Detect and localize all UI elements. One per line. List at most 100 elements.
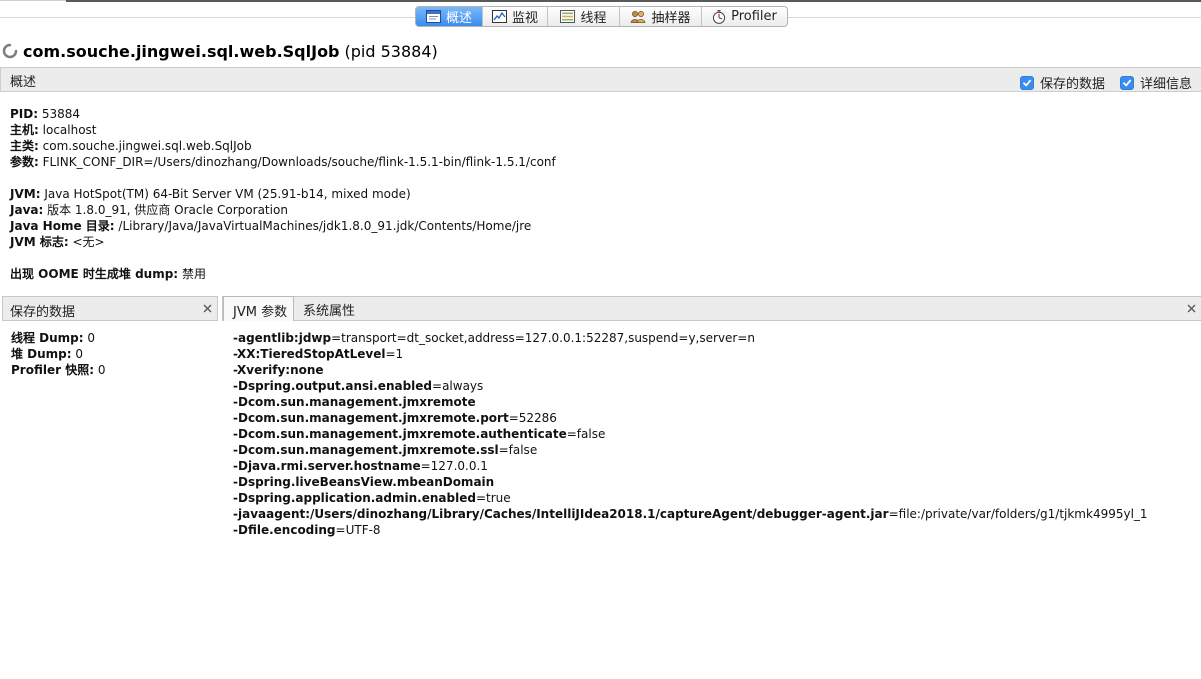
jvm-argument: -javaagent:/Users/dinozhang/Library/Cach… bbox=[233, 506, 1201, 522]
saved-item-count: 0 bbox=[97, 363, 106, 377]
jvm-argument-value: =transport=dt_socket,address=127.0.0.1:5… bbox=[331, 331, 756, 345]
sampler-icon bbox=[631, 10, 646, 23]
tab-overview-label: 概述 bbox=[445, 11, 472, 26]
jvm-argument: -Dcom.sun.management.jmxremote.authentic… bbox=[233, 426, 1201, 442]
checkmark-icon bbox=[1023, 79, 1032, 86]
details-checkbox[interactable] bbox=[1120, 75, 1134, 90]
jvm-argument-name: -Djava.rmi.server.hostname bbox=[233, 459, 421, 473]
jvm-argument: -XX:TieredStopAtLevel=1 bbox=[233, 346, 1201, 362]
jvm-argument: -Dspring.application.admin.enabled=true bbox=[233, 490, 1201, 506]
info-row-java: Java: 版本 1.8.0_91, 供应商 Oracle Corporatio… bbox=[10, 202, 556, 218]
info-row-jvm: JVM: Java HotSpot(TM) 64-Bit Server VM (… bbox=[10, 186, 556, 202]
info-value: com.souche.jingwei.sql.web.SqlJob bbox=[42, 139, 252, 153]
threads-icon bbox=[560, 10, 576, 23]
close-icon[interactable] bbox=[203, 304, 212, 313]
saved-item-label: Profiler 快照: bbox=[11, 363, 94, 377]
info-row-oome-heap-dump: 出现 OOME 时生成堆 dump: 禁用 bbox=[10, 266, 556, 282]
tab-jvm-arguments[interactable]: JVM 参数 bbox=[223, 296, 294, 321]
tab-profiler[interactable]: Profiler bbox=[702, 7, 787, 26]
jvm-argument-value: =52286 bbox=[508, 411, 557, 425]
jvm-argument-value: =true bbox=[475, 491, 511, 505]
close-icon[interactable] bbox=[1187, 304, 1196, 313]
info-label: JVM 标志: bbox=[10, 235, 69, 249]
jvm-argument-value: =always bbox=[432, 379, 484, 393]
loading-spinner-icon bbox=[2, 43, 18, 59]
jvm-argument: -Dcom.sun.management.jmxremote bbox=[233, 394, 1201, 410]
info-value: localhost bbox=[42, 123, 97, 137]
jvm-argument-name: -Dcom.sun.management.jmxremote.ssl bbox=[233, 443, 499, 457]
tab-profiler-label: Profiler bbox=[731, 9, 777, 24]
info-row-pid: PID: 53884 bbox=[10, 106, 556, 122]
info-value: 版本 1.8.0_91, 供应商 Oracle Corporation bbox=[47, 203, 288, 217]
overview-section-header: 概述 保存的数据 详细信息 bbox=[0, 67, 1201, 92]
saved-item-count: 0 bbox=[75, 347, 84, 361]
application-main-class: com.souche.jingwei.sql.web.SqlJob bbox=[23, 41, 340, 61]
info-row-arguments: 参数: FLINK_CONF_DIR=/Users/dinozhang/Down… bbox=[10, 154, 556, 170]
details-option[interactable]: 详细信息 bbox=[1120, 73, 1192, 92]
jvm-argument-name: -Dcom.sun.management.jmxremote bbox=[233, 395, 476, 409]
overview-section-title: 概述 bbox=[10, 75, 37, 90]
info-label: JVM: bbox=[10, 187, 41, 201]
window-top-edge bbox=[0, 0, 66, 1]
saved-data-list: 线程 Dump: 0 堆 Dump: 0 Profiler 快照: 0 bbox=[11, 330, 105, 378]
tab-overview[interactable]: 概述 bbox=[416, 7, 483, 26]
jvm-argument-value: =false bbox=[566, 427, 606, 441]
jvm-argument-name: -Dspring.liveBeansView.mbeanDomain bbox=[233, 475, 495, 489]
jvm-argument-name: -Dspring.output.ansi.enabled bbox=[233, 379, 433, 393]
tab-threads[interactable]: 线程 bbox=[548, 7, 620, 26]
info-label: PID: bbox=[10, 107, 39, 121]
jvm-argument-value: =1 bbox=[385, 347, 404, 361]
jvm-argument: -Dspring.liveBeansView.mbeanDomain bbox=[233, 474, 1201, 490]
tab-monitor-label: 监视 bbox=[511, 11, 538, 26]
info-label: 主机: bbox=[10, 123, 39, 137]
details-option-label[interactable]: 详细信息 bbox=[1140, 73, 1192, 92]
saved-data-option[interactable]: 保存的数据 bbox=[1020, 73, 1105, 92]
tab-jvm-arguments-label: JVM 参数 bbox=[233, 305, 288, 320]
saved-item-profiler-snapshots: Profiler 快照: 0 bbox=[11, 362, 105, 378]
tab-sampler[interactable]: 抽样器 bbox=[620, 7, 702, 26]
tab-monitor[interactable]: 监视 bbox=[483, 7, 548, 26]
jvm-panel-header: JVM 参数 系统属性 bbox=[222, 296, 1201, 321]
jvm-argument: -Dcom.sun.management.jmxremote.ssl=false bbox=[233, 442, 1201, 458]
application-pid: (pid 53884) bbox=[344, 41, 438, 61]
saved-item-count: 0 bbox=[87, 331, 96, 345]
saved-data-panel-header: 保存的数据 bbox=[2, 296, 218, 321]
info-value: <无> bbox=[72, 235, 105, 249]
jvm-argument: -Djava.rmi.server.hostname=127.0.0.1 bbox=[233, 458, 1201, 474]
jvm-argument: -Xverify:none bbox=[233, 362, 1201, 378]
info-value: 禁用 bbox=[181, 267, 206, 281]
window-top-border bbox=[66, 0, 1201, 2]
jvm-argument-value: =false bbox=[498, 443, 538, 457]
info-label: Java: bbox=[10, 203, 44, 217]
saved-data-option-label[interactable]: 保存的数据 bbox=[1040, 73, 1105, 92]
saved-item-heap-dumps: 堆 Dump: 0 bbox=[11, 346, 105, 362]
jvm-argument-name: -javaagent:/Users/dinozhang/Library/Cach… bbox=[233, 507, 889, 521]
profiler-icon bbox=[713, 9, 726, 24]
view-switcher: 概述 监视 线程 抽样器 Profiler bbox=[415, 6, 788, 27]
info-label: 出现 OOME 时生成堆 dump: bbox=[10, 267, 179, 281]
info-row-java-home: Java Home 目录: /Library/Java/JavaVirtualM… bbox=[10, 218, 556, 234]
tab-system-properties[interactable]: 系统属性 bbox=[294, 296, 374, 321]
saved-data-checkbox[interactable] bbox=[1020, 75, 1034, 90]
tab-system-properties-label: 系统属性 bbox=[303, 304, 356, 319]
saved-data-panel-title: 保存的数据 bbox=[10, 305, 76, 320]
info-row-host: 主机: localhost bbox=[10, 122, 556, 138]
jvm-argument-name: -Xverify:none bbox=[233, 363, 324, 377]
info-label: 主类: bbox=[10, 139, 39, 153]
info-value: Java HotSpot(TM) 64-Bit Server VM (25.91… bbox=[44, 187, 411, 201]
info-row-main-class: 主类: com.souche.jingwei.sql.web.SqlJob bbox=[10, 138, 556, 154]
info-row-jvm-flags: JVM 标志: <无> bbox=[10, 234, 556, 250]
overview-info: PID: 53884 主机: localhost 主类: com.souche.… bbox=[10, 106, 556, 282]
saved-item-thread-dumps: 线程 Dump: 0 bbox=[11, 330, 105, 346]
info-value: /Library/Java/JavaVirtualMachines/jdk1.8… bbox=[118, 219, 532, 233]
jvm-arguments-list: -agentlib:jdwp=transport=dt_socket,addre… bbox=[233, 330, 1201, 550]
jvm-argument-value: =127.0.0.1 bbox=[420, 459, 488, 473]
info-label: Java Home 目录: bbox=[10, 219, 115, 233]
jvm-argument-name: -Dcom.sun.management.jmxremote.authentic… bbox=[233, 427, 567, 441]
jvm-argument-name: -Dspring.application.admin.enabled bbox=[233, 491, 476, 505]
jvm-argument-name: -Dcom.sun.management.jmxremote.port bbox=[233, 411, 509, 425]
overview-icon bbox=[425, 10, 441, 23]
saved-item-label: 线程 Dump: bbox=[11, 331, 84, 345]
